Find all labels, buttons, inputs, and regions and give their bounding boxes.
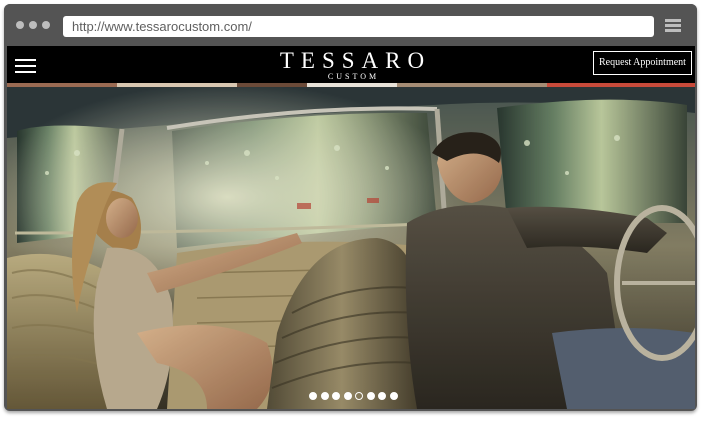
browser-toolbar: http://www.tessarocustom.com/ <box>4 4 697 46</box>
window-dot <box>29 21 37 29</box>
window-dot <box>16 21 24 29</box>
page-viewport: TESSARO CUSTOM Request Appointment <box>7 46 695 409</box>
slider-dot[interactable] <box>378 392 386 400</box>
slider-dot[interactable] <box>309 392 317 400</box>
url-text: http://www.tessarocustom.com/ <box>72 19 252 34</box>
logo-wordmark: TESSARO <box>279 48 432 73</box>
logo-subtitle: CUSTOM <box>327 72 380 81</box>
address-bar[interactable]: http://www.tessarocustom.com/ <box>63 16 654 37</box>
bottom-thumbnail-strip <box>7 83 695 87</box>
slider-dot[interactable] <box>389 392 398 400</box>
hamburger-menu-icon[interactable] <box>15 57 36 73</box>
browser-window: http://www.tessarocustom.com/ TESSARO CU… <box>4 4 697 411</box>
site-header: TESSARO CUSTOM Request Appointment <box>7 46 695 83</box>
site-logo[interactable]: TESSARO CUSTOM <box>237 49 467 81</box>
browser-menu-icon[interactable] <box>665 19 681 33</box>
window-dot <box>42 21 50 29</box>
request-appointment-button[interactable]: Request Appointment <box>593 51 692 75</box>
slider-dot[interactable] <box>366 392 375 400</box>
slider-dot[interactable] <box>355 392 363 400</box>
slider-dot[interactable] <box>343 392 352 400</box>
slider-dot[interactable] <box>320 392 329 400</box>
hero-slider <box>7 83 695 409</box>
hero-image <box>7 83 695 409</box>
slider-dot[interactable] <box>332 392 340 400</box>
